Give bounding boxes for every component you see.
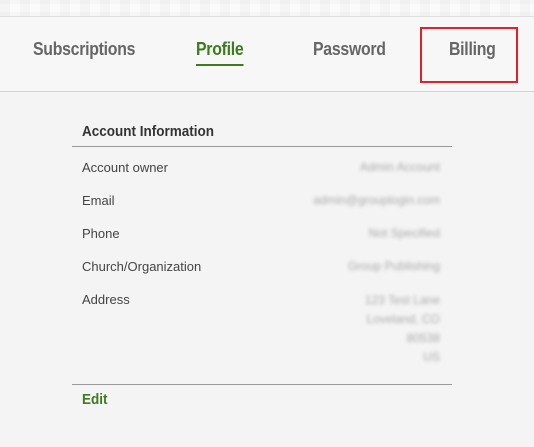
address-line-street: 123 Test Lane (364, 293, 440, 307)
phone-row: Phone Not Specified (72, 226, 452, 259)
address-row: Address 123 Test Lane Loveland, CO 80538… (72, 292, 452, 382)
account-owner-label: Account owner (82, 160, 168, 175)
address-line-zip: 80538 (406, 331, 440, 345)
address-label: Address (82, 292, 130, 307)
address-line-country: US (423, 350, 440, 364)
account-details-list: Account owner Admin Account Email admin@… (72, 147, 452, 382)
address-line-city: Loveland, CO (366, 312, 440, 326)
bottom-divider (72, 384, 452, 385)
address-value: 123 Test Lane Loveland, CO 80538 US (365, 291, 440, 367)
email-value: admin@grouplogin.com (313, 193, 440, 207)
organization-row: Church/Organization Group Publishing (72, 259, 452, 292)
email-row: Email admin@grouplogin.com (72, 193, 452, 226)
phone-value: Not Specified (368, 226, 440, 240)
account-owner-value: Admin Account (359, 160, 440, 174)
organization-label: Church/Organization (82, 259, 202, 274)
tab-password[interactable]: Password (313, 39, 386, 60)
account-tabs-bar: Subscriptions Profile Password Billing (0, 16, 534, 92)
organization-value: Group Publishing (347, 259, 440, 273)
section-title: Account Information (82, 123, 215, 140)
account-information-card: Account Information Account owner Admin … (72, 112, 452, 382)
email-label: Email (82, 193, 115, 208)
account-owner-row: Account owner Admin Account (72, 160, 452, 193)
tab-subscriptions[interactable]: Subscriptions (33, 39, 135, 60)
phone-label: Phone (82, 226, 120, 241)
tab-billing[interactable]: Billing (449, 39, 496, 60)
edit-link[interactable]: Edit (82, 391, 108, 408)
tab-profile[interactable]: Profile (196, 39, 244, 66)
